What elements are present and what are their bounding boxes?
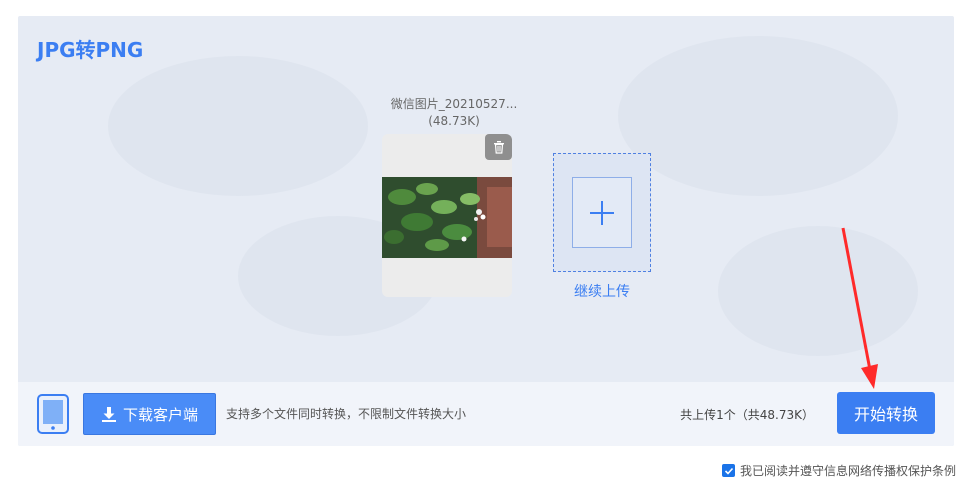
continue-upload-box[interactable] (553, 153, 651, 272)
download-client-button[interactable]: 下载客户端 (83, 393, 216, 435)
plant-photo-image (382, 177, 512, 258)
background-texture (108, 56, 368, 196)
add-file-button[interactable] (572, 177, 632, 248)
file-thumbnail (382, 177, 512, 258)
bottom-toolbar: 下载客户端 支持多个文件同时转换，不限制文件转换大小 共上传1个（共48.73K… (18, 382, 954, 446)
background-texture (618, 36, 898, 196)
file-name: 微信图片_20210527... (390, 97, 518, 111)
download-icon (101, 407, 116, 422)
file-size: (48.73K) (428, 114, 480, 128)
agreement-label[interactable]: 我已阅读并遵守信息网络传播权保护条例 (740, 462, 956, 479)
file-card[interactable] (382, 134, 512, 297)
upload-count: 共上传1个（共48.73K） (680, 408, 814, 422)
background-texture (718, 226, 918, 356)
continue-upload-label[interactable]: 继续上传 (553, 281, 651, 301)
tablet-icon (37, 394, 69, 434)
delete-file-button[interactable] (485, 134, 512, 160)
start-convert-button[interactable]: 开始转换 (837, 392, 935, 434)
upload-hint: 支持多个文件同时转换，不限制文件转换大小 (226, 407, 467, 421)
agreement-row[interactable]: 我已阅读并遵守信息网络传播权保护条例 (722, 462, 956, 479)
agreement-checkbox[interactable] (722, 464, 735, 477)
plus-icon (590, 200, 614, 225)
converter-panel: JPG转PNG 微信图片_20210527... (48.73K) 继续上传 下… (18, 16, 954, 446)
check-icon (724, 467, 733, 475)
download-client-label: 下载客户端 (122, 405, 198, 424)
trash-icon (493, 141, 504, 154)
tool-title: JPG转PNG (37, 38, 144, 62)
